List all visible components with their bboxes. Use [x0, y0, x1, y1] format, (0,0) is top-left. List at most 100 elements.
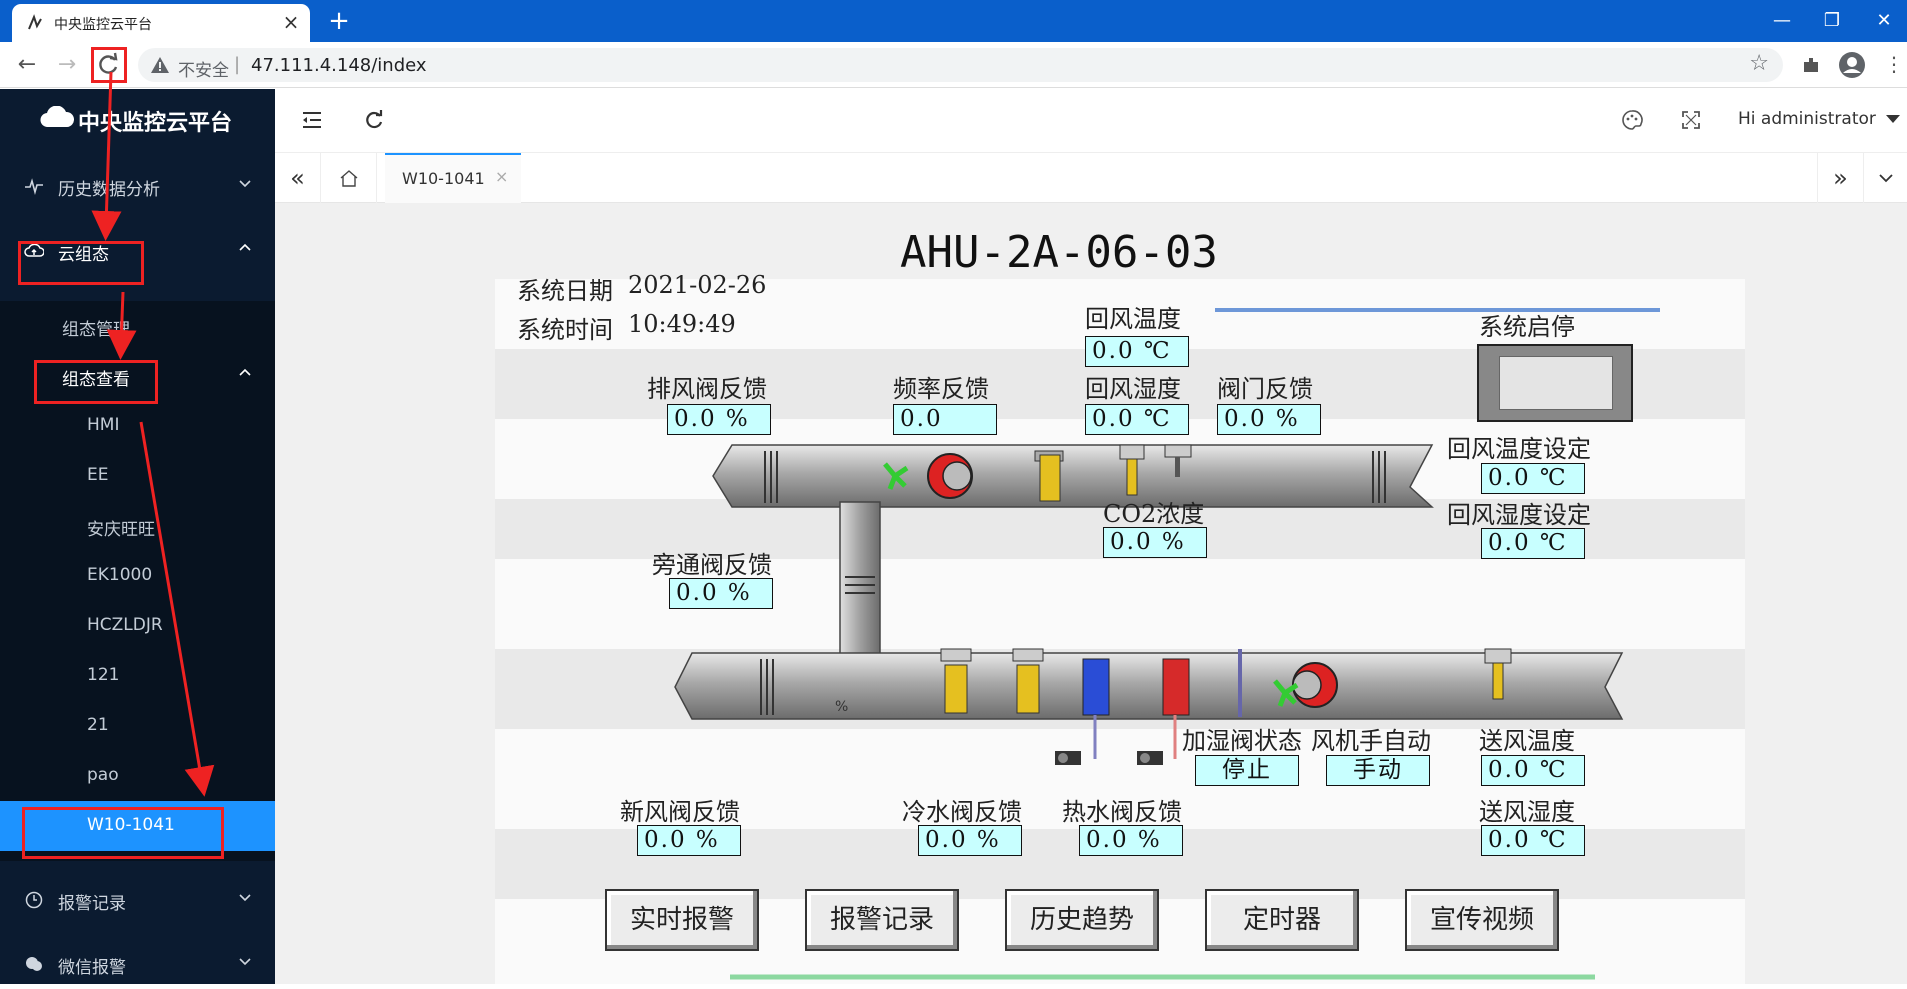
supply-temp-value: 0.0 ℃	[1481, 755, 1585, 786]
chilled-valve-label: 冷水阀反馈	[902, 798, 1022, 826]
app-header: Hi administrator	[275, 89, 1907, 153]
startstop-face	[1499, 356, 1613, 410]
sidebar-item-hmi[interactable]: HMI	[0, 401, 275, 451]
address-bar: ← → 不安全 | 47.111.4.148/index ☆ ⋮	[0, 42, 1907, 88]
timer-button[interactable]: 定时器	[1205, 889, 1359, 951]
omnibox[interactable]: 不安全 | 47.111.4.148/index ☆	[138, 48, 1783, 82]
chilled-valve-value: 0.0 %	[918, 825, 1022, 856]
user-name: Hi administrator	[1738, 109, 1876, 129]
return-humid-label: 回风湿度	[1085, 375, 1181, 403]
co2-value: 0.0 %	[1103, 527, 1207, 558]
refresh-icon[interactable]	[363, 109, 385, 131]
realtime-alarm-button[interactable]: 实时报警	[605, 889, 759, 951]
fan-mode-value[interactable]: 手动	[1326, 755, 1430, 786]
user-menu[interactable]: Hi administrator	[1738, 109, 1900, 129]
history-trend-button[interactable]: 历史趋势	[1005, 889, 1159, 951]
tabs-scroll-left-icon[interactable]: «	[275, 153, 321, 203]
browser-reload-button[interactable]	[91, 47, 127, 83]
sidebar-item-label: 微信报警	[58, 958, 126, 978]
url-text[interactable]: 47.111.4.148/index	[251, 55, 427, 76]
app-favicon-icon	[28, 14, 42, 30]
sidebar-item-history[interactable]: 历史数据分析	[0, 161, 275, 211]
theme-palette-icon[interactable]	[1621, 109, 1643, 131]
tab-w10-1041[interactable]: W10-1041 ×	[385, 153, 521, 203]
sidebar-item-pao[interactable]: pao	[0, 751, 275, 801]
return-temp-set-value[interactable]: 0.0 ℃	[1481, 463, 1585, 494]
bypass-label: 旁通阀反馈	[652, 551, 772, 579]
hot-valve-actuator-icon	[1137, 751, 1163, 765]
humid-valve-value: 停止	[1195, 755, 1299, 786]
sidebar-item-121[interactable]: 121	[0, 651, 275, 701]
fresh-damper-label: 新风阀反馈	[620, 798, 740, 826]
extensions-icon[interactable]	[1800, 54, 1822, 76]
freq-label: 频率反馈	[893, 375, 989, 403]
sidebar-item-anqing[interactable]: 安庆旺旺	[0, 501, 275, 551]
tabs-dropdown[interactable]	[1863, 153, 1907, 203]
return-humid-set-label: 回风湿度设定	[1447, 501, 1591, 529]
sidebar-item-config-manage[interactable]: 组态管理	[0, 301, 275, 351]
fan-mode-label: 风机手自动	[1311, 727, 1431, 755]
alarm-records-button[interactable]: 报警记录	[805, 889, 959, 951]
return-temp-value: 0.0 ℃	[1085, 336, 1189, 367]
forward-icon[interactable]: →	[50, 48, 84, 82]
browser-tab[interactable]: 中央监控云平台 ×	[12, 4, 310, 42]
return-air-duct	[712, 444, 1434, 508]
home-tab[interactable]	[321, 153, 377, 203]
startstop-label: 系统启停	[1479, 313, 1575, 341]
restore-icon[interactable]: ❐	[1810, 4, 1854, 38]
supply-temp-label: 送风温度	[1479, 727, 1575, 755]
hot-valve-value: 0.0 %	[1079, 825, 1183, 856]
exhaust-damper-value: 0.0 %	[667, 404, 771, 435]
sidebar: 中央监控云平台 历史数据分析 云组态 组态管理 组态查看 HMI EE 安庆旺旺…	[0, 89, 275, 984]
startstop-switch[interactable]	[1477, 344, 1633, 422]
fullscreen-icon[interactable]	[1680, 109, 1702, 131]
tab-label: W10-1041	[402, 169, 485, 188]
hot-valve-label: 热水阀反馈	[1062, 798, 1182, 826]
new-tab-icon[interactable]: +	[324, 6, 354, 36]
caret-down-icon	[1885, 115, 1900, 123]
warning-icon	[151, 57, 169, 73]
hmi-canvas: % AHU-2A-06-03 系统日期 2021-02-26 系统时间 10:4…	[495, 219, 1745, 984]
hmi-title: AHU-2A-06-03	[900, 227, 1218, 278]
chevron-down-icon	[1879, 174, 1893, 183]
sidebar-item-label: 组态管理	[62, 320, 130, 340]
chevron-down-icon	[239, 958, 251, 966]
bookmark-star-icon[interactable]: ☆	[1749, 51, 1769, 76]
system-time-value: 10:49:49	[628, 310, 736, 338]
return-humid-set-value[interactable]: 0.0 ℃	[1481, 528, 1585, 559]
promo-video-button[interactable]: 宣传视频	[1405, 889, 1559, 951]
reload-icon	[99, 52, 118, 74]
close-icon[interactable]: ×	[280, 11, 302, 33]
filter-2-icon	[1012, 648, 1044, 714]
co2-label: CO2浓度	[1103, 500, 1205, 528]
annotation-box-cloud	[18, 241, 144, 285]
valve-feedback-label: 阀门反馈	[1217, 375, 1313, 403]
browser-tab-strip: 中央监控云平台 × + — ❐ ✕	[0, 0, 1907, 42]
return-temp-set-label: 回风温度设定	[1447, 435, 1591, 463]
back-icon[interactable]: ←	[10, 48, 44, 82]
browser-menu-icon[interactable]: ⋮	[1884, 52, 1904, 76]
sidebar-item-ee[interactable]: EE	[0, 451, 275, 501]
sidebar-item-alarm-records[interactable]: 报警记录	[0, 875, 275, 925]
sidebar-item-hczldjr[interactable]: HCZLDJR	[0, 601, 275, 651]
system-date-label: 系统日期	[517, 277, 613, 305]
sidebar-item-label: 历史数据分析	[58, 180, 160, 200]
valve-actuator-icon	[1039, 454, 1061, 502]
wechat-icon	[26, 957, 42, 971]
profile-avatar-icon[interactable]	[1838, 51, 1866, 79]
supply-humid-label: 送风湿度	[1479, 798, 1575, 826]
minimize-icon[interactable]: —	[1760, 4, 1804, 38]
fresh-damper-value: 0.0 %	[637, 825, 741, 856]
close-icon[interactable]: ×	[495, 167, 508, 186]
sidebar-item-wechat-alarm[interactable]: 微信报警	[0, 939, 275, 989]
window-close-icon[interactable]: ✕	[1862, 4, 1906, 38]
sidebar-item-21[interactable]: 21	[0, 701, 275, 751]
chevron-down-icon	[239, 180, 251, 188]
annotation-box-w10	[22, 807, 224, 859]
sidebar-item-ek1000[interactable]: EK1000	[0, 551, 275, 601]
supply-air-duct	[674, 652, 1624, 720]
pulse-icon	[25, 178, 43, 195]
return-temp-label: 回风温度	[1085, 305, 1181, 333]
tabs-scroll-right-icon[interactable]: »	[1817, 153, 1863, 203]
menu-fold-icon[interactable]	[301, 109, 323, 131]
